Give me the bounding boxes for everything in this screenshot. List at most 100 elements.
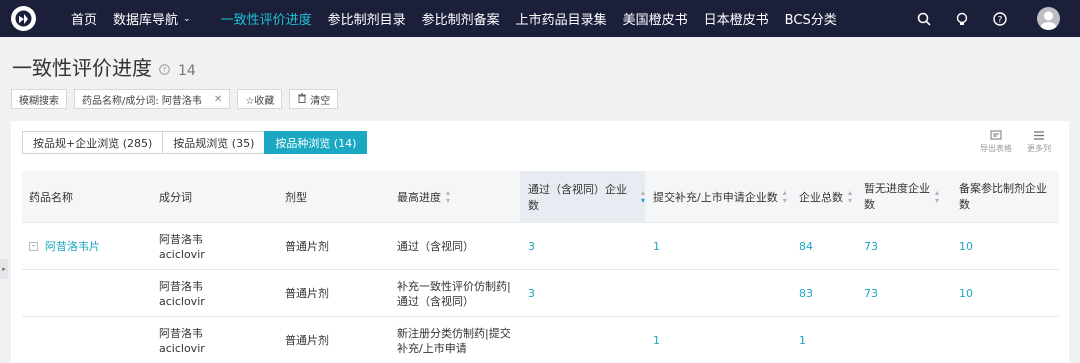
total-companies-value[interactable]: 1 [799,333,806,348]
nav-marketed-drugs[interactable]: 上市药品目录集 [516,9,607,28]
nav-us-orange-book[interactable]: 美国橙皮书 [623,9,688,28]
sort-icon[interactable]: ▴ ▾ [783,189,787,205]
col-submitted-count-label: 提交补充/上市申请企业数 [653,191,778,204]
table-tools: 导出表格 更多列 [973,130,1059,154]
total-companies-value[interactable]: 83 [799,286,813,301]
col-no-progress[interactable]: 暂无进度企业数 ▴ ▾ [864,171,956,223]
favorite-button[interactable]: ☆收藏 [237,89,283,109]
tab-by-spec[interactable]: 按品规浏览 (35) [162,131,266,154]
result-count: 14 [178,63,196,79]
total-companies-cell[interactable]: 84 [799,223,813,270]
col-submitted-count[interactable]: 提交补充/上市申请企业数 ▴ ▾ [645,171,795,223]
submitted-count-cell[interactable]: 1 [653,223,660,270]
passed-count-cell[interactable]: 3 [528,223,535,270]
more-columns-button[interactable]: 更多列 [1019,130,1059,154]
dosage-form-cell: 普通片剂 [285,223,329,270]
ref-filed-cell[interactable]: 10 [959,270,973,317]
progress-cell: 通过（含视同） [397,223,517,270]
export-table-label: 导出表格 [980,144,1012,153]
table-row: 阿昔洛韦 aciclovir 普通片剂 新注册分类仿制药|提交补充/上市申请 1… [22,317,1059,363]
dosage-form-value: 普通片剂 [285,287,329,300]
ref-filed-cell[interactable]: 10 [959,223,973,270]
page-title-text: 一致性评价进度 [12,56,152,80]
nav-consistency-progress[interactable]: 一致性评价进度 [221,9,312,28]
passed-count-value[interactable]: 3 [528,286,535,301]
drug-name-cell[interactable]: - 阿昔洛韦片 [29,223,100,270]
keyword-filter-label: 药品名称/成分词: 阿昔洛韦 [82,95,202,107]
nav-jp-orange-book[interactable]: 日本橙皮书 [704,9,769,28]
col-ref-filed-label: 备案参比制剂企业数 [959,182,1047,211]
bulb-icon[interactable] [953,10,971,28]
no-progress-cell[interactable]: 73 [864,223,878,270]
ref-filed-value[interactable]: 10 [959,286,973,301]
ingredient-en: aciclovir [159,247,205,261]
logo-icon [15,10,32,27]
view-tabs: 按品规+企业浏览 (285) 按品规浏览 (35) 按品种浏览 (14) [22,131,368,154]
logo[interactable] [11,6,36,31]
avatar[interactable] [1037,7,1060,30]
progress-value: 新注册分类仿制药|提交补充/上市申请 [397,326,511,355]
progress-cell: 新注册分类仿制药|提交补充/上市申请 [397,317,515,363]
no-progress-value[interactable]: 73 [864,239,878,254]
ingredient-cn: 阿昔洛韦 [159,326,203,340]
drug-name-link[interactable]: 阿昔洛韦片 [45,239,100,254]
submitted-count-value[interactable]: 1 [653,333,660,348]
col-passed-count-label: 通过（含视同）企业数 [528,183,627,212]
col-ref-filed[interactable]: 备案参比制剂企业数 [959,171,1059,223]
sort-icon[interactable]: ▴ ▾ [935,189,939,205]
col-drug-name-label: 药品名称 [29,191,73,204]
ingredient-en: aciclovir [159,294,205,308]
submitted-count-cell[interactable]: 1 [653,317,660,363]
keyword-filter-chip[interactable]: 药品名称/成分词: 阿昔洛韦 ✕ [74,89,231,109]
no-progress-value[interactable]: 73 [864,286,878,301]
col-total-companies[interactable]: 企业总数 ▴ ▾ [799,171,864,223]
help-icon[interactable]: ? [159,64,170,75]
col-highest-progress[interactable]: 最高进度 ▴ ▾ [397,171,522,223]
page-title: 一致性评价进度 ? 14 [12,52,196,81]
passed-count-value[interactable]: 3 [528,239,535,254]
col-dosage-form-label: 剂型 [285,191,307,204]
sidebar-toggle-icon[interactable]: ▸ [0,259,8,279]
dosage-form-cell: 普通片剂 [285,270,329,317]
list-icon [1034,131,1044,140]
ingredient-en: aciclovir [159,341,205,355]
fuzzy-search-button[interactable]: 模糊搜索 [11,89,67,109]
chevron-down-icon: ⌄ [183,13,191,24]
col-dosage-form: 剂型 [285,171,385,223]
filter-bar: 模糊搜索 药品名称/成分词: 阿昔洛韦 ✕ ☆收藏 清空 [11,89,345,109]
collapse-icon[interactable]: - [29,242,38,251]
sort-icon[interactable]: ▴ ▾ [848,189,852,205]
tab-by-variety[interactable]: 按品种浏览 (14) [264,131,368,154]
total-companies-cell[interactable]: 83 [799,270,813,317]
export-table-button[interactable]: 导出表格 [976,130,1016,154]
col-highest-progress-label: 最高进度 [397,191,441,204]
nav-reference-filing[interactable]: 参比制剂备案 [422,9,500,28]
nav-bcs[interactable]: BCS分类 [785,9,837,28]
nav-reference-catalog[interactable]: 参比制剂目录 [328,9,406,28]
total-companies-value[interactable]: 84 [799,239,813,254]
nav-database-guide[interactable]: 数据库导航 ⌄ [113,9,191,28]
col-passed-count[interactable]: 通过（含视同）企业数 ▴ ▾ [520,171,645,223]
ref-filed-value[interactable]: 10 [959,239,973,254]
svg-text:?: ? [998,15,1003,25]
search-icon[interactable] [915,10,933,28]
clear-button[interactable]: 清空 [289,89,339,109]
no-progress-cell[interactable]: 73 [864,270,878,317]
submitted-count-value[interactable]: 1 [653,239,660,254]
total-companies-cell[interactable]: 1 [799,317,806,363]
close-icon[interactable]: ✕ [214,94,222,105]
dosage-form-value: 普通片剂 [285,240,329,253]
more-columns-label: 更多列 [1027,144,1051,153]
sort-icon[interactable]: ▴ ▾ [446,189,450,205]
col-no-progress-label: 暂无进度企业数 [864,182,930,211]
export-icon [990,130,1002,140]
table-header: 药品名称 成分词 剂型 最高进度 ▴ ▾ 通过（含视同）企业数 ▴ ▾ 提交补充/上市申… [22,171,1059,223]
results-panel: 按品规+企业浏览 (285) 按品规浏览 (35) 按品种浏览 (14) 导出表… [11,121,1069,363]
col-drug-name: 药品名称 [29,171,149,223]
tab-by-spec-company[interactable]: 按品规+企业浏览 (285) [22,131,164,154]
help-icon[interactable]: ? [991,10,1009,28]
passed-count-cell[interactable]: 3 [528,270,535,317]
col-total-companies-label: 企业总数 [799,191,843,204]
col-ingredient: 成分词 [159,171,279,223]
nav-home[interactable]: 首页 [71,9,97,28]
